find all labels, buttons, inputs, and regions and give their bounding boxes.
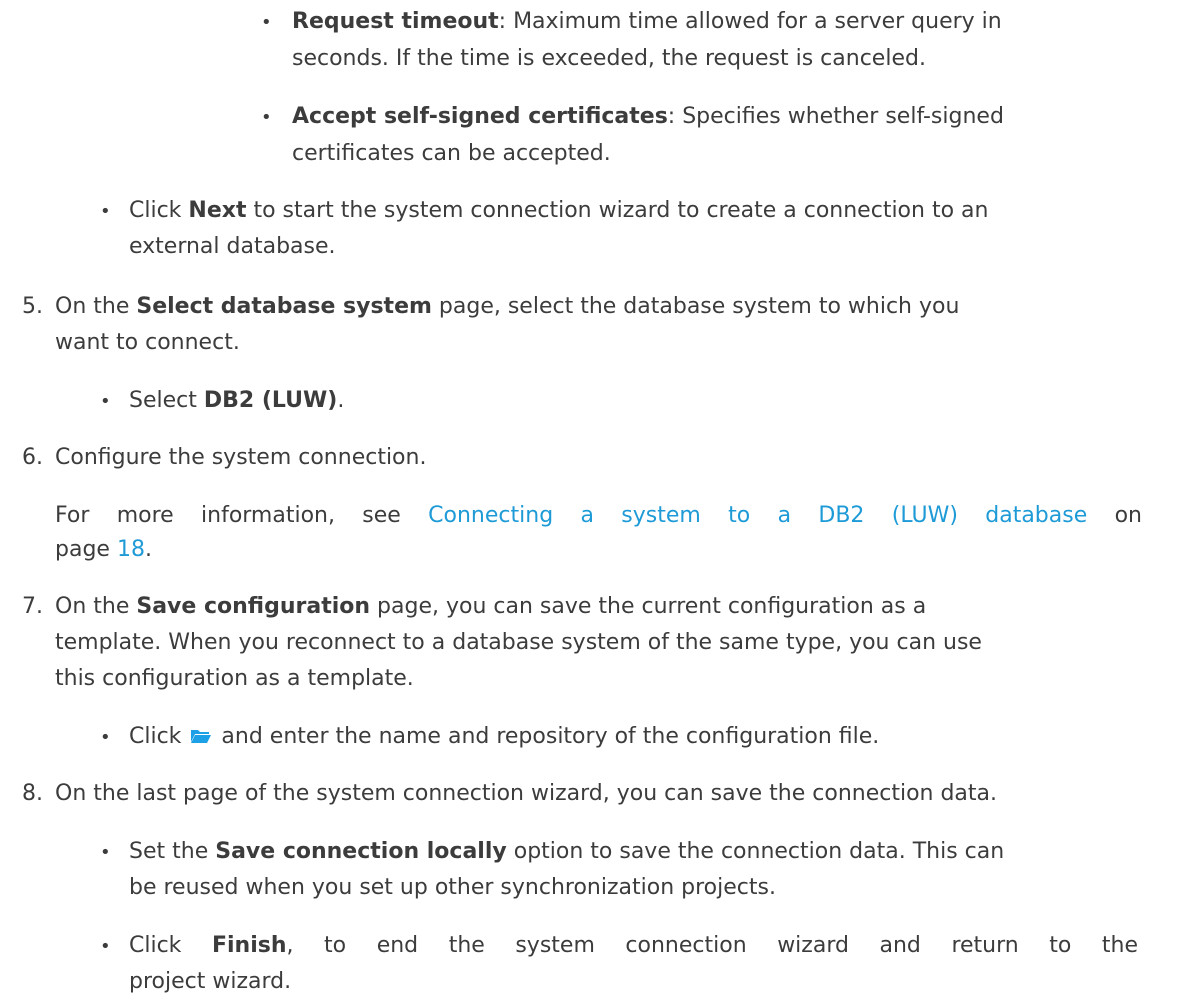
- step-7-text: On the Save configuration page, you can …: [55, 594, 927, 619]
- bullet-click-next: Click Next to start the system connectio…: [129, 198, 989, 223]
- step-number-7: 7.: [22, 594, 43, 619]
- term-select-database-system: Select database system: [136, 294, 432, 319]
- step-7-text-l2: template. When you reconnect to a databa…: [55, 630, 982, 655]
- step-8-text: On the last page of the system connectio…: [55, 781, 998, 806]
- step-6-text: Configure the system connection.: [55, 445, 427, 470]
- sub-bullet-request-timeout-cont: seconds. If the time is exceeded, the re…: [292, 46, 926, 71]
- step-6-more-info-cont: page 18.: [55, 537, 152, 562]
- bullet-marker: •: [261, 12, 272, 33]
- bullet-save-connection-locally-cont: be reused when you set up other synchron…: [129, 875, 776, 900]
- bullet-click-finish: Click Finish, to end the system connecti…: [129, 933, 1138, 958]
- link-page-18[interactable]: 18: [117, 537, 145, 562]
- bullet-marker: •: [100, 727, 111, 748]
- step-number-5: 5.: [22, 294, 43, 319]
- term-request-timeout: Request timeout: [292, 9, 499, 34]
- term-save-configuration: Save configuration: [136, 594, 371, 619]
- bullet-marker: •: [100, 842, 111, 863]
- bullet-marker: •: [261, 107, 272, 128]
- step-7-text-l3: this configuration as a template.: [55, 666, 414, 691]
- bullet-click-finish-cont: project wizard.: [129, 969, 292, 994]
- step-number-6: 6.: [22, 445, 43, 470]
- sub-bullet-self-signed: Accept self-signed certificates: Specifi…: [292, 104, 1004, 129]
- step-6-more-info: For more information, see Connecting a s…: [55, 503, 1142, 528]
- document-page: • Request timeout: Maximum time allowed …: [0, 0, 1178, 1004]
- step-5-text: On the Select database system page, sele…: [55, 294, 960, 319]
- bullet-save-connection-locally: Set the Save connection locally option t…: [129, 839, 1005, 864]
- term-accept-self-signed: Accept self-signed certificates: [292, 104, 668, 129]
- bullet-marker: •: [100, 936, 111, 957]
- term-next: Next: [188, 198, 247, 223]
- term-db2-luw: DB2 (LUW): [203, 388, 338, 413]
- sub-bullet-request-timeout: Request timeout: Maximum time allowed fo…: [292, 9, 1002, 34]
- bullet-marker: •: [100, 201, 111, 222]
- folder-open-icon: [190, 722, 212, 743]
- bullet-click-next-cont: external database.: [129, 234, 336, 259]
- term-save-connection-locally: Save connection locally: [215, 839, 507, 864]
- bullet-click-folder: Click and enter the name and repository …: [129, 722, 880, 749]
- sub-bullet-self-signed-cont: certificates can be accepted.: [292, 141, 611, 166]
- term-finish: Finish: [211, 933, 287, 958]
- bullet-select-db2: Select DB2 (LUW).: [129, 388, 345, 413]
- link-connecting-db2[interactable]: Connecting a system to a DB2 (LUW) datab…: [428, 503, 1087, 528]
- step-5-text-cont: want to connect.: [55, 330, 240, 355]
- bullet-marker: •: [100, 391, 111, 412]
- step-number-8: 8.: [22, 781, 43, 806]
